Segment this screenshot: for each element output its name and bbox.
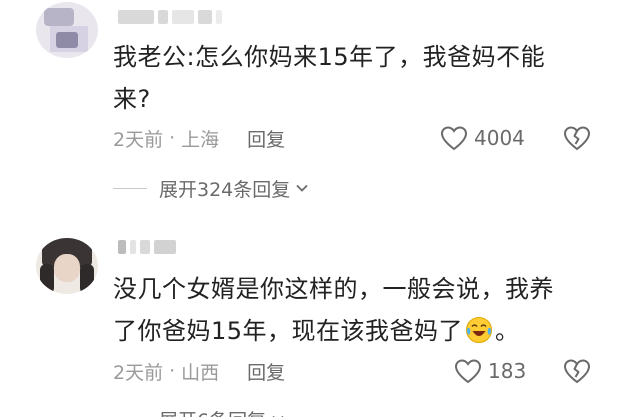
reply-button[interactable]: 回复 — [247, 125, 285, 152]
comment-text-line-2: 了你爸妈15年，现在该我爸妈了 。 — [113, 310, 583, 352]
comment-item: 我老公:怎么你妈来15年了，我爸妈不能 来? 2天前 · 上海 回复 4004 … — [0, 0, 640, 210]
like-button[interactable]: 183 — [454, 358, 526, 384]
divider-line — [113, 187, 147, 189]
comment-location: 山西 — [181, 361, 220, 384]
comment-text-line: 没几个女婿是你这样的，一般会说，我养 — [113, 275, 554, 303]
comment-text-line: 来? — [113, 85, 151, 113]
comment-text-end: 。 — [495, 317, 520, 345]
dislike-button[interactable] — [562, 357, 592, 385]
meta-separator: · — [169, 360, 176, 382]
comment-location: 上海 — [181, 128, 220, 151]
comment-text-line: 了你爸妈15年，现在该我爸妈了 — [113, 317, 464, 345]
comment-item: 没几个女婿是你这样的，一般会说，我养 了你爸妈15年，现在该我爸妈了 。 2天前… — [0, 232, 640, 417]
like-count: 4004 — [474, 126, 525, 150]
username-blurred[interactable] — [118, 10, 222, 24]
avatar[interactable] — [36, 2, 98, 58]
laughing-crying-emoji-icon — [466, 317, 493, 343]
expand-replies-button[interactable]: 展开324条回复 — [113, 175, 310, 201]
expand-replies-label: 展开6条回复 — [159, 406, 266, 417]
meta-separator: · — [169, 127, 176, 149]
comment-text-line: 我老公:怎么你妈来15年了，我爸妈不能 — [113, 43, 546, 71]
comment-text: 我老公:怎么你妈来15年了，我爸妈不能 来? — [113, 36, 583, 120]
comment-meta: 2天前 · 上海 回复 — [113, 125, 285, 151]
heart-outline-icon — [454, 359, 482, 384]
dislike-button[interactable] — [562, 124, 592, 152]
like-button[interactable]: 4004 — [440, 125, 525, 151]
comment-text: 没几个女婿是你这样的，一般会说，我养 了你爸妈15年，现在该我爸妈了 。 — [113, 268, 583, 352]
broken-heart-outline-icon — [563, 126, 591, 151]
heart-outline-icon — [440, 126, 468, 151]
avatar[interactable] — [36, 238, 98, 294]
broken-heart-outline-icon — [563, 359, 591, 384]
expand-replies-label: 展开324条回复 — [159, 178, 291, 201]
comment-time: 2天前 — [113, 361, 164, 384]
comment-list: 我老公:怎么你妈来15年了，我爸妈不能 来? 2天前 · 上海 回复 4004 … — [0, 0, 640, 417]
chevron-down-icon — [272, 415, 284, 417]
like-count: 183 — [488, 359, 527, 383]
expand-replies-button[interactable]: 展开6条回复 — [113, 406, 286, 417]
chevron-down-icon — [296, 184, 308, 192]
username-blurred[interactable] — [118, 240, 176, 254]
reply-button[interactable]: 回复 — [247, 358, 285, 385]
comment-time: 2天前 — [113, 128, 164, 151]
comment-meta: 2天前 · 山西 回复 — [113, 358, 285, 384]
